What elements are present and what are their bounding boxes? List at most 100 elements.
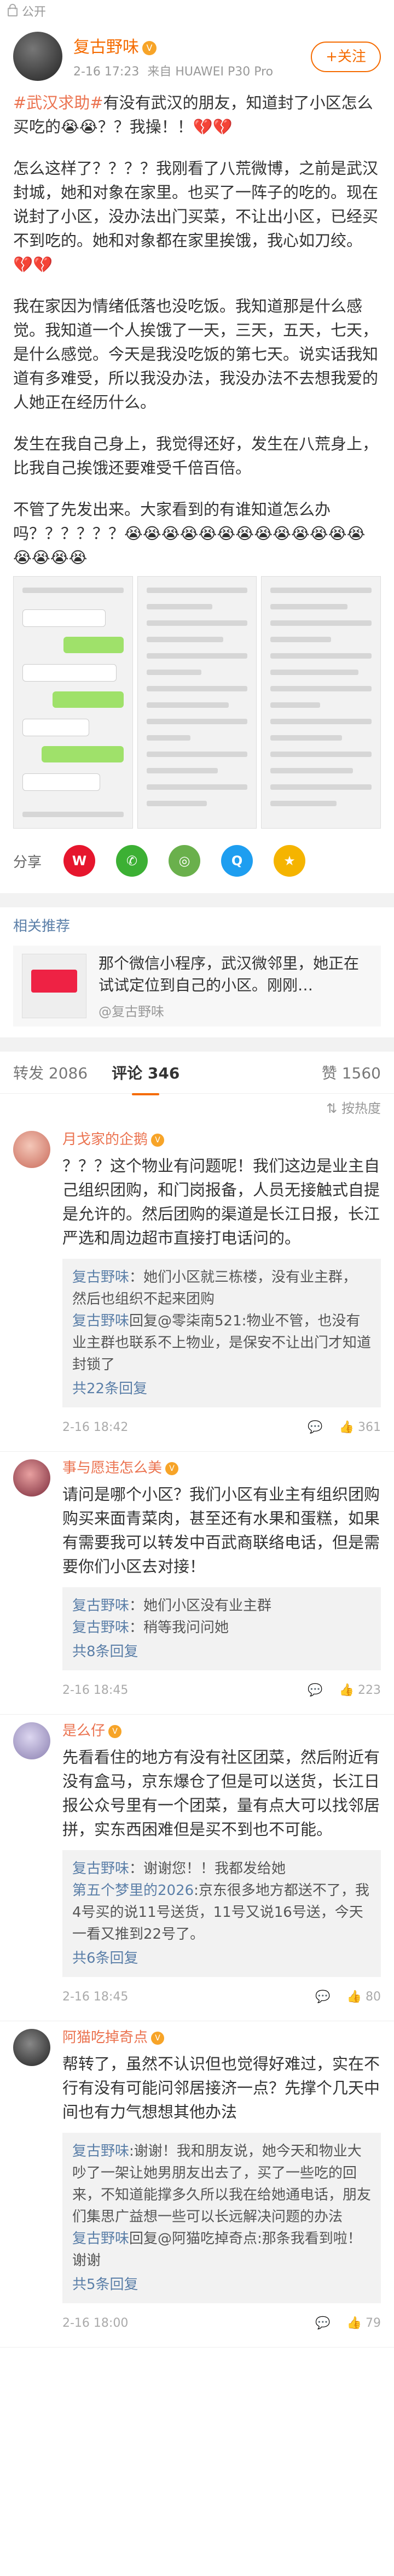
like-count: 80 [366, 1990, 381, 2004]
post-paragraph: 不管了先发出来。大家看到的有谁知道怎么办吗？？？？？？😭😭😭😭😭😭😭😭😭😭😭😭😭… [13, 500, 366, 567]
vip-badge-icon: V [108, 1724, 122, 1738]
post-body: #武汉求助#有没有武汉的朋友，知道封了小区怎么买吃的😭😭？？我操！！💔💔 怎么这… [0, 91, 394, 570]
comment-text: 请问是哪个小区？我们小区有业主有组织团购购买来面青菜肉，甚至还有水果和蛋糕，如果… [62, 1485, 380, 1576]
comment-item: 月戈家的企鹅 V ？？？这个物业有问题呢！我们这边是业主自己组织团购，和门岗报备，… [0, 1123, 394, 1452]
vip-badge-icon: V [151, 2031, 165, 2045]
share-label: 分享 [13, 854, 42, 871]
tab-comments[interactable]: 评论 346 [112, 1061, 179, 1095]
commenter-name-row[interactable]: 月戈家的企鹅 V [62, 1129, 381, 1151]
commenter-name-row[interactable]: 阿猫吃掉奇点 V [62, 2027, 381, 2049]
sort-label: 按热度 [341, 1101, 381, 1116]
reply-author[interactable]: 复古野味 [72, 1598, 129, 1614]
reply-author[interactable]: 复古野味 [72, 1313, 129, 1329]
like-icon[interactable]: 👍 79 [347, 2316, 381, 2330]
reply-author[interactable]: 复古野味 [72, 2231, 129, 2247]
reply-item: 复古野味：她们小区就三栋楼，没有业主群，然后也组织不起来团购 [72, 1269, 357, 1307]
visibility-label: 公开 [22, 5, 47, 19]
author-name[interactable]: 复古野味 [73, 38, 139, 57]
reply-icon[interactable]: 💬 [315, 1990, 330, 2004]
recommend-card[interactable]: 那个微信小程序，武汉微邻里，她正在试试定位到自己的小区。刚刚… @复古野味 [13, 946, 381, 1026]
more-replies-link[interactable]: 共6条回复 [72, 1947, 371, 1969]
like-count: 361 [358, 1420, 381, 1434]
commenter-name[interactable]: 月戈家的企鹅 [62, 1131, 148, 1148]
commenter-avatar[interactable] [13, 2029, 50, 2066]
reply-author[interactable]: 复古野味 [72, 1619, 129, 1636]
reply-icon[interactable]: 💬 [315, 2316, 330, 2330]
reply-item: 复古野味：稍等我问问她 [72, 1619, 229, 1636]
comment-text: ？？？这个物业有问题呢！我们这边是业主自己组织团购，和门岗报备，人员无接触式自提… [62, 1157, 380, 1247]
reply-item: 复古野味:谢谢！我和朋友说，她今天和物业大吵了一架让她男朋友出去了，买了一些吃的… [72, 2143, 372, 2225]
author-avatar[interactable] [13, 32, 62, 81]
reply-box[interactable]: 复古野味：她们小区就三栋楼，没有业主群，然后也组织不起来团购 复古野味回复@零柒… [62, 1259, 381, 1407]
post-images [0, 576, 394, 829]
comment-item: 是么仔 V 先看看住的地方有没有社区团菜，然后附近有没有盒马，京东爆仓了但是可以送… [0, 1715, 394, 2021]
tab-likes[interactable]: 赞 1560 [322, 1061, 381, 1083]
reply-icon[interactable]: 💬 [308, 1421, 322, 1434]
moments-share-icon[interactable]: ◎ [169, 845, 201, 877]
wechat-share-icon[interactable]: ✆ [116, 845, 148, 877]
reply-box[interactable]: 复古野味：谢谢您！！我都发给她 第五个梦里的2026:京东很多地方都送不了，我4… [62, 1850, 381, 1977]
post-paragraph: #武汉求助#有没有武汉的朋友，知道封了小区怎么买吃的😭😭？？我操！！💔💔 [13, 93, 373, 136]
recommend-title: 相关推荐 [13, 918, 71, 935]
follow-button[interactable]: +关注 [311, 42, 381, 72]
post-image-1[interactable] [13, 576, 133, 829]
comment-text: 先看看住的地方有没有社区团菜，然后附近有没有盒马，京东爆仓了但是可以送货，长江日… [62, 1748, 380, 1839]
commenter-name-row[interactable]: 事与愿违怎么美 V [62, 1457, 381, 1479]
author-name-row[interactable]: 复古野味 V [73, 33, 273, 57]
post-paragraph: 我在家因为情绪低落也没吃饭。我知道那是什么感觉。我知道一个人挨饿了一天，三天，五… [13, 297, 379, 412]
sort-toggle[interactable]: ⇅ 按热度 [0, 1094, 394, 1123]
reply-author[interactable]: 复古野味 [72, 1269, 129, 1286]
comment-text: 帮转了，虽然不认识但也觉得好难过，实在不行有没有可能问邻居接济一点？先撑个几天中… [62, 2055, 380, 2121]
reply-author[interactable]: 复古野味 [72, 2143, 129, 2160]
commenter-avatar[interactable] [13, 1722, 50, 1759]
reply-author[interactable]: 复古野味 [72, 1861, 129, 1877]
lock-icon [8, 4, 18, 16]
commenter-avatar[interactable] [13, 1131, 50, 1168]
reply-item: 复古野味：谢谢您！！我都发给她 [72, 1861, 286, 1877]
hashtag-link[interactable]: #武汉求助# [13, 93, 103, 112]
commenter-name[interactable]: 事与愿违怎么美 [62, 1460, 162, 1476]
like-icon[interactable]: 👍 80 [347, 1990, 381, 2004]
comment-item: 阿猫吃掉奇点 V 帮转了，虽然不认识但也觉得好难过，实在不行有没有可能问邻居接济一… [0, 2021, 394, 2348]
like-icon[interactable]: 👍 361 [339, 1421, 381, 1434]
qq-share-icon[interactable]: Q [221, 845, 253, 877]
comment-footer: 2-16 18:42 💬 👍 361 [62, 1416, 381, 1438]
recommend-text: 那个微信小程序，武汉微邻里，她正在试试定位到自己的小区。刚刚… [99, 954, 360, 994]
tab-reposts[interactable]: 转发 2086 [13, 1061, 88, 1083]
reply-item: 第五个梦里的2026:京东很多地方都送不了，我4号买的说11号送货，11号又说1… [72, 1882, 369, 1943]
comment-footer: 2-16 18:45 💬 👍 223 [62, 1679, 381, 1701]
more-replies-link[interactable]: 共5条回复 [72, 2274, 371, 2296]
recommend-thumbnail [22, 954, 86, 1018]
post-paragraph: 发生在我自己身上，我觉得还好，发生在八荒身上，比我自己挨饿还要难受千倍百倍。 [13, 435, 379, 477]
comment-footer: 2-16 18:00 💬 👍 79 [62, 2312, 381, 2334]
like-icon[interactable]: 👍 223 [339, 1683, 381, 1697]
interaction-tabs: 转发 2086 评论 346 赞 1560 [0, 1052, 394, 1095]
reply-box[interactable]: 复古野味：她们小区没有业主群 复古野味：稍等我问问她 共8条回复 [62, 1587, 381, 1670]
like-count: 79 [366, 2316, 381, 2330]
commenter-name[interactable]: 阿猫吃掉奇点 [62, 2029, 148, 2046]
post-header: 复古野味 V 2-16 17:23 来自 HUAWEI P30 Pro +关注 [0, 22, 394, 91]
commenter-avatar[interactable] [13, 1459, 50, 1497]
post-source: 来自 HUAWEI P30 Pro [147, 65, 274, 79]
reply-item: 复古野味：她们小区没有业主群 [72, 1598, 272, 1614]
qzone-share-icon[interactable]: ★ [274, 845, 306, 877]
post-time: 2-16 17:23 [73, 65, 140, 79]
vip-badge-icon: V [142, 40, 157, 55]
reply-icon[interactable]: 💬 [308, 1683, 322, 1697]
recommend-author: @复古野味 [99, 1004, 164, 1019]
weibo-share-icon[interactable]: W [63, 845, 96, 877]
section-divider [0, 893, 394, 907]
commenter-name[interactable]: 是么仔 [62, 1723, 105, 1739]
comment-time: 2-16 18:45 [62, 1683, 129, 1697]
vip-badge-icon: V [151, 1133, 165, 1147]
reply-author[interactable]: 第五个梦里的2026 [72, 1882, 194, 1899]
commenter-name-row[interactable]: 是么仔 V [62, 1720, 381, 1742]
more-replies-link[interactable]: 共8条回复 [72, 1641, 371, 1663]
more-replies-link[interactable]: 共22条回复 [72, 1378, 371, 1400]
reply-box[interactable]: 复古野味:谢谢！我和朋友说，她今天和物业大吵了一架让她男朋友出去了，买了一些吃的… [62, 2133, 381, 2303]
post-image-3[interactable] [261, 576, 381, 829]
post-image-2[interactable] [137, 576, 257, 829]
vip-badge-icon: V [165, 1462, 179, 1475]
like-count: 223 [358, 1683, 381, 1697]
post-meta: 2-16 17:23 来自 HUAWEI P30 Pro [73, 62, 273, 79]
